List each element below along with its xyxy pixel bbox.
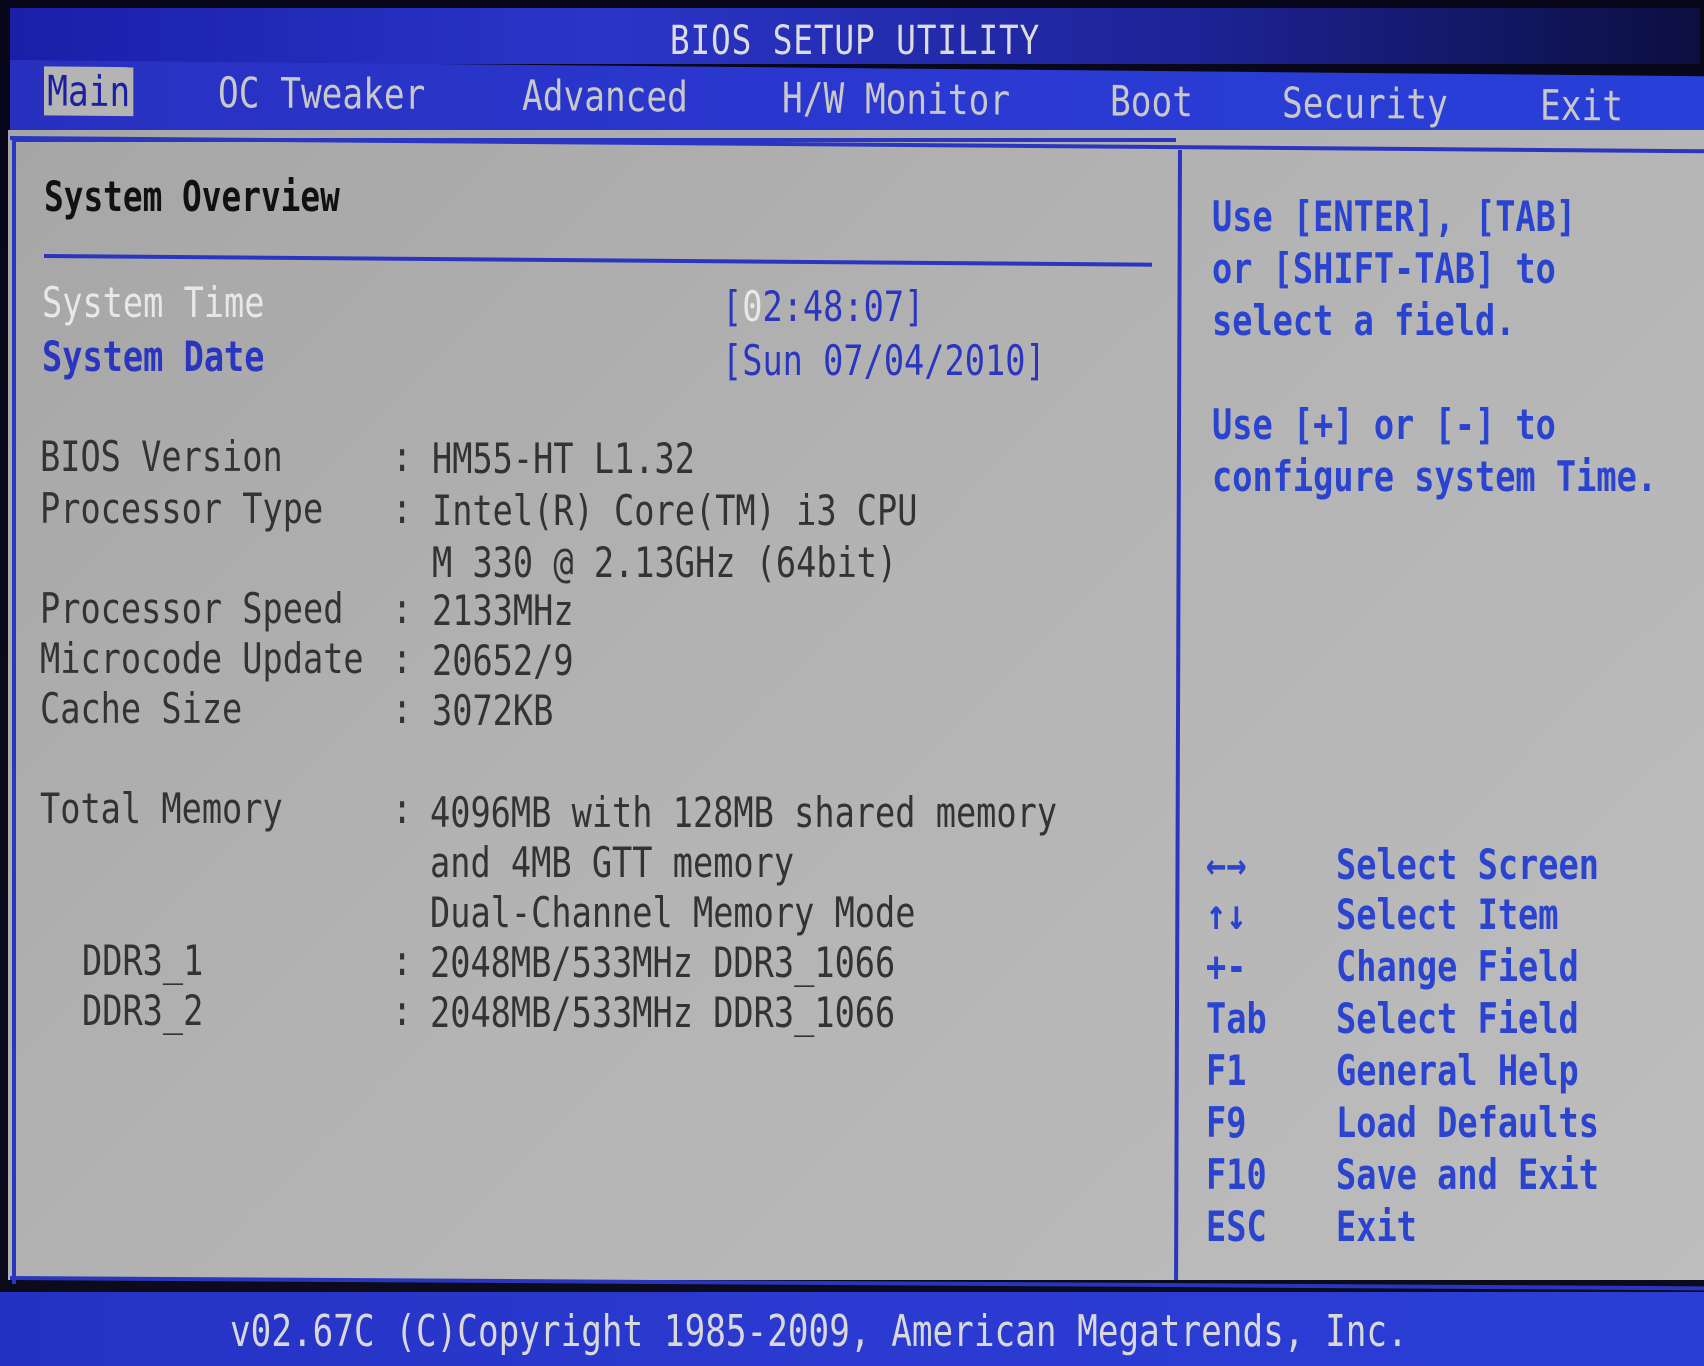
key-desc-load-defaults: Load Defaults [1336,1098,1599,1147]
processor-type-value-2: M 330 @ 2.13GHz (64bit) [432,538,898,587]
up-down-arrows-icon: ↑↓ [1206,890,1247,939]
tab-main[interactable]: Main [44,66,134,117]
system-time-field[interactable]: [02:48:07] [722,282,924,331]
tab-security[interactable]: Security [1282,78,1448,129]
info-sep: : [392,432,413,481]
key-esc: ESC [1206,1202,1267,1251]
ddr3-1-value: 2048MB/533MHz DDR3_1066 [430,938,896,987]
info-sep: : [392,784,413,833]
plus-minus-icon: +- [1206,942,1247,991]
processor-type-label: Processor Type [40,484,324,533]
bios-version-label: BIOS Version [40,432,283,481]
ddr3-2-value: 2048MB/533MHz DDR3_1066 [430,988,896,1037]
total-memory-value: 4096MB with 128MB shared memory [430,788,1058,837]
info-sep: : [392,634,413,683]
bios-screen: BIOS SETUP UTILITY Main OC Tweaker Advan… [0,0,1704,1366]
microcode-label: Microcode Update [40,634,364,683]
processor-type-value: Intel(R) Core(TM) i3 CPU [432,486,918,535]
help-line-1: Use [ENTER], [TAB] [1212,192,1577,241]
key-desc-select-screen: Select Screen [1336,840,1599,889]
tab-advanced[interactable]: Advanced [522,71,688,122]
key-f1: F1 [1206,1046,1247,1095]
window-title: BIOS SETUP UTILITY [669,18,1041,64]
time-value[interactable]: 2:48:07] [762,282,924,331]
help-line-5: Use [+] or [-] to [1212,400,1556,449]
ddr3-2-label: DDR3_2 [82,986,204,1035]
system-date-label: System Date [42,332,265,381]
help-line-3: select a field. [1212,296,1516,345]
key-desc-select-field: Select Field [1336,994,1579,1043]
key-f9: F9 [1206,1098,1247,1147]
total-memory-value-2: and 4MB GTT memory [430,838,795,887]
processor-speed-label: Processor Speed [40,584,344,633]
tab-boot[interactable]: Boot [1110,77,1193,127]
key-f10: F10 [1206,1150,1267,1199]
footer-bar: v02.67C (C)Copyright 1985-2009, American… [0,1292,1704,1366]
tab-oc-tweaker[interactable]: OC Tweaker [218,68,425,119]
info-sep: : [392,936,413,985]
cache-size-value: 3072KB [432,686,554,735]
ddr3-1-label: DDR3_1 [82,936,204,985]
key-desc-save-exit: Save and Exit [1336,1150,1599,1199]
copyright-text: v02.67C (C)Copyright 1985-2009, American… [230,1306,1408,1357]
bracket: [ [722,282,743,331]
system-date-field[interactable]: [Sun 07/04/2010] [722,336,1046,385]
system-time-row[interactable]: System Time [42,278,265,327]
tab-hw-monitor[interactable]: H/W Monitor [782,73,1010,124]
key-tab: Tab [1206,994,1267,1043]
title-bar: BIOS SETUP UTILITY [10,8,1700,64]
time-cursor[interactable]: 0 [742,282,762,331]
key-desc-exit: Exit [1336,1202,1417,1251]
info-sep: : [392,986,413,1035]
info-sep: : [392,484,413,533]
date-value[interactable]: [Sun 07/04/2010] [722,336,1046,385]
section-title: System Overview [44,172,340,221]
cache-size-label: Cache Size [40,684,243,733]
microcode-value: 20652/9 [432,636,574,685]
key-desc-select-item: Select Item [1336,890,1559,939]
memory-mode-value: Dual-Channel Memory Mode [430,888,916,937]
bios-version-value: HM55-HT L1.32 [432,434,695,483]
key-desc-change-field: Change Field [1336,942,1579,991]
total-memory-label: Total Memory [40,784,283,833]
tab-exit[interactable]: Exit [1540,81,1623,131]
help-line-6: configure system Time. [1212,452,1658,501]
system-time-label: System Time [42,278,265,327]
left-right-arrows-icon: ←→ [1206,840,1247,889]
processor-speed-value: 2133MHz [432,586,574,635]
key-desc-general-help: General Help [1336,1046,1579,1095]
info-sep: : [392,584,413,633]
info-sep: : [392,684,413,733]
system-date-row[interactable]: System Date [42,332,265,381]
help-line-2: or [SHIFT-TAB] to [1212,244,1556,293]
